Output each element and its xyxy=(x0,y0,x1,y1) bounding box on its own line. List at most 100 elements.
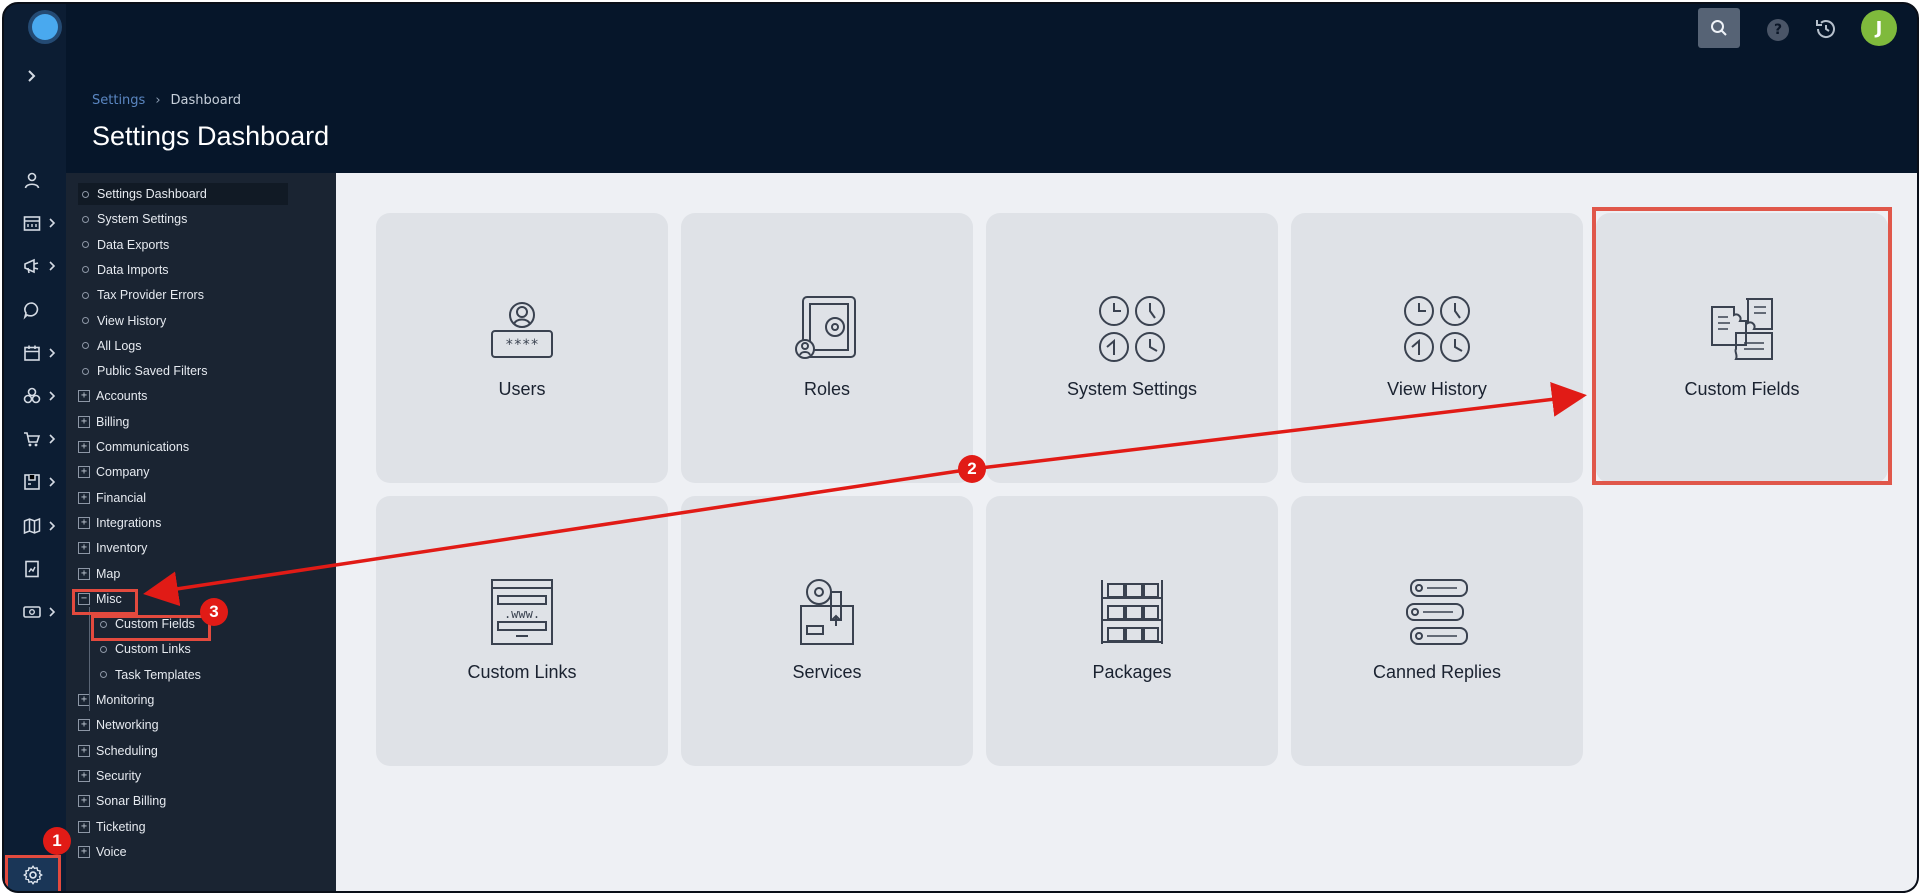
nav-item-label: Custom Links xyxy=(115,642,191,657)
megaphone-icon xyxy=(24,259,39,274)
nav-item-label: Voice xyxy=(96,844,127,859)
expand-icon[interactable]: + xyxy=(78,441,90,453)
nav-item-networking[interactable]: + Networking xyxy=(78,714,159,736)
rail-item-inventory[interactable] xyxy=(22,470,62,494)
card-system-settings[interactable]: System Settings xyxy=(986,213,1278,483)
chat-bubbles-icon xyxy=(1406,579,1468,645)
expand-icon[interactable]: + xyxy=(78,845,90,858)
bullet-icon xyxy=(82,342,89,350)
rail-item-cart[interactable] xyxy=(22,427,62,451)
card-custom-links[interactable]: .www. Custom Links xyxy=(376,496,668,766)
card-roles[interactable]: Roles xyxy=(681,213,973,483)
rail-item-report[interactable] xyxy=(22,557,62,581)
nav-item-view-history[interactable]: View History xyxy=(78,310,166,332)
history-icon[interactable] xyxy=(1813,16,1839,42)
nav-item-security[interactable]: + Security xyxy=(78,765,141,787)
money-icon xyxy=(23,606,41,618)
billing-icon xyxy=(23,216,41,231)
card-canned-replies[interactable]: Canned Replies xyxy=(1291,496,1583,766)
annotation-badge-1: 1 xyxy=(43,827,71,855)
expand-icon[interactable]: + xyxy=(78,466,90,479)
card-view-history[interactable]: View History xyxy=(1291,213,1583,483)
expand-icon[interactable]: + xyxy=(78,744,90,757)
search-button[interactable] xyxy=(1698,8,1740,48)
nav-item-accounts[interactable]: + Accounts xyxy=(78,385,147,407)
nav-item-label: Company xyxy=(96,465,150,480)
top-bar: ? J xyxy=(66,4,1917,56)
nav-item-data-exports[interactable]: Data Exports xyxy=(78,234,169,256)
nav-item-custom-links[interactable]: Custom Links xyxy=(96,638,191,660)
nav-item-public-saved-filters[interactable]: Public Saved Filters xyxy=(78,360,207,382)
rail-item-chat[interactable] xyxy=(22,298,62,322)
nav-item-data-imports[interactable]: Data Imports xyxy=(78,259,169,281)
expand-icon[interactable]: + xyxy=(78,719,90,732)
page-title: Settings Dashboard xyxy=(92,121,330,151)
card-label: Roles xyxy=(803,379,851,399)
avatar[interactable]: J xyxy=(1861,10,1897,46)
card-packages[interactable]: Packages xyxy=(986,496,1278,766)
tape-box-icon xyxy=(800,579,854,645)
rail-item-megaphone[interactable] xyxy=(22,254,62,278)
nav-item-voice[interactable]: + Voice xyxy=(78,841,127,863)
nav-item-sonar-billing[interactable]: + Sonar Billing xyxy=(78,790,166,812)
card-label: Users xyxy=(498,379,546,399)
nav-item-label: Public Saved Filters xyxy=(97,364,208,379)
rail-item-billing[interactable] xyxy=(22,211,62,235)
settings-button[interactable] xyxy=(5,855,61,891)
nav-item-billing[interactable]: + Billing xyxy=(78,411,129,433)
nav-item-system-settings[interactable]: System Settings xyxy=(78,208,187,230)
gear-icon xyxy=(23,865,43,885)
expand-icon[interactable]: + xyxy=(78,390,90,403)
nav-item-settings-dashboard[interactable]: Settings Dashboard xyxy=(78,183,288,205)
chevron-right-icon xyxy=(49,477,56,487)
svg-text:****: **** xyxy=(505,337,539,353)
bullet-icon xyxy=(82,215,89,223)
report-icon xyxy=(25,560,39,578)
nav-item-label: Task Templates xyxy=(115,667,201,682)
nav-item-inventory[interactable]: + Inventory xyxy=(78,537,147,559)
chevron-right-icon xyxy=(49,261,56,271)
annotation-badge-2: 2 xyxy=(958,455,986,483)
nav-item-company[interactable]: + Company xyxy=(78,461,150,483)
card-users[interactable]: **** Users xyxy=(376,213,668,483)
chevron-right-icon xyxy=(49,521,56,531)
rail-item-network[interactable] xyxy=(22,384,62,408)
expand-icon[interactable]: + xyxy=(78,567,90,580)
expand-icon[interactable]: + xyxy=(78,491,90,504)
nav-item-ticketing[interactable]: + Ticketing xyxy=(78,816,146,838)
annotation-badge-3: 3 xyxy=(200,598,228,626)
card-label: View History xyxy=(1387,379,1487,399)
rail-item-money[interactable] xyxy=(22,600,62,624)
expand-icon[interactable]: + xyxy=(78,820,90,833)
left-rail xyxy=(4,4,67,891)
expand-icon[interactable]: + xyxy=(78,769,90,782)
expand-icon[interactable]: + xyxy=(78,795,90,808)
nav-item-integrations[interactable]: + Integrations xyxy=(78,512,161,534)
bullet-icon xyxy=(82,266,89,274)
nav-item-scheduling[interactable]: + Scheduling xyxy=(78,740,158,762)
nav-item-task-templates[interactable]: Task Templates xyxy=(96,664,201,686)
svg-text:.www.: .www. xyxy=(504,607,540,621)
rail-item-map[interactable] xyxy=(22,514,62,538)
nav-item-all-logs[interactable]: All Logs xyxy=(78,335,141,357)
nav-item-label: Monitoring xyxy=(96,693,155,707)
breadcrumb-separator: › xyxy=(155,93,161,108)
breadcrumb-settings-link[interactable]: Settings xyxy=(92,93,145,108)
card-label: Canned Replies xyxy=(1372,662,1502,682)
nav-item-map[interactable]: + Map xyxy=(78,563,120,585)
brand-logo[interactable] xyxy=(28,10,62,44)
card-services[interactable]: Services xyxy=(681,496,973,766)
expand-icon[interactable]: + xyxy=(78,542,90,555)
chevron-right-icon[interactable] xyxy=(22,66,42,86)
expand-icon[interactable]: + xyxy=(78,516,90,529)
nav-item-tax-provider-errors[interactable]: Tax Provider Errors xyxy=(78,284,204,306)
help-button[interactable]: ? xyxy=(1767,19,1789,41)
breadcrumb: Settings › Dashboard xyxy=(92,93,241,108)
nav-item-communications[interactable]: + Communications xyxy=(78,436,189,458)
rail-item-user[interactable] xyxy=(22,168,62,192)
expand-icon[interactable]: + xyxy=(78,415,90,428)
rail-item-calendar[interactable] xyxy=(22,341,62,365)
nav-item-financial[interactable]: + Financial xyxy=(78,487,146,509)
nav-item-label: Billing xyxy=(96,414,130,429)
bullet-icon xyxy=(100,671,107,679)
